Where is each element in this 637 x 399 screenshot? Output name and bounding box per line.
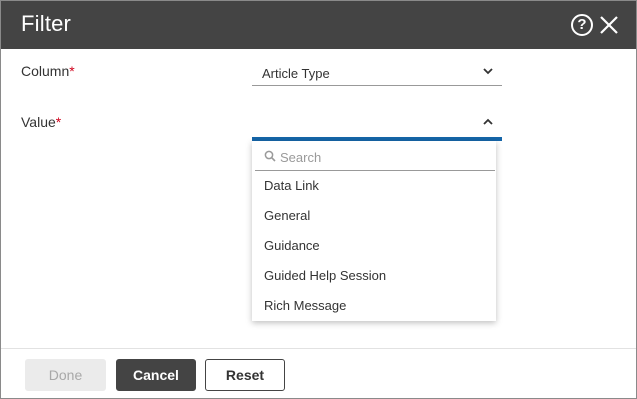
column-label-text: Column: [21, 63, 70, 79]
value-label: Value*: [21, 114, 61, 130]
column-label: Column*: [21, 63, 75, 79]
filter-dialog: Filter ? Column* Article Type Value* Sea…: [0, 0, 637, 399]
cancel-button[interactable]: Cancel: [116, 359, 196, 391]
value-label-text: Value: [21, 114, 56, 130]
value-select[interactable]: [252, 110, 502, 141]
value-dropdown-menu: Data Link General Guidance Guided Help S…: [252, 141, 496, 321]
required-marker: *: [55, 114, 62, 130]
dialog-title: Filter: [21, 11, 72, 36]
dropdown-search: [255, 142, 495, 171]
reset-button[interactable]: Reset: [205, 359, 285, 391]
close-icon[interactable]: [598, 14, 620, 36]
search-icon: [264, 150, 276, 162]
dropdown-option[interactable]: Rich Message: [252, 291, 496, 321]
column-select[interactable]: Article Type: [252, 60, 502, 86]
dropdown-option[interactable]: Guided Help Session: [252, 261, 496, 291]
dialog-footer: Done Cancel Reset: [1, 349, 636, 398]
column-select-value: Article Type: [262, 66, 330, 81]
chevron-up-icon: [483, 118, 493, 125]
help-icon[interactable]: ?: [571, 14, 593, 36]
dropdown-option[interactable]: General: [252, 201, 496, 231]
dialog-header: Filter ?: [1, 1, 636, 49]
dropdown-option[interactable]: Guidance: [252, 231, 496, 261]
search-input[interactable]: [280, 146, 485, 168]
required-marker: *: [69, 63, 75, 79]
dropdown-option[interactable]: Data Link: [252, 171, 496, 201]
chevron-down-icon: [483, 68, 493, 75]
done-button[interactable]: Done: [25, 359, 106, 391]
